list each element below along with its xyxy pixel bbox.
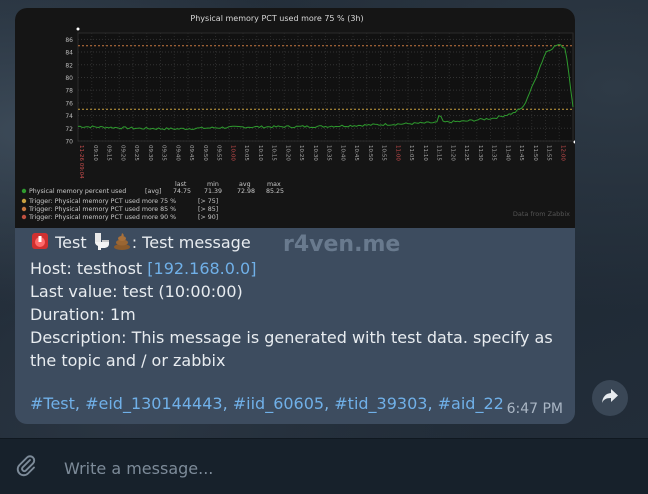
x-tick-label: 09:50: [202, 145, 208, 161]
trigger-value-75: [> 75]: [198, 198, 218, 205]
hashtag-list: #Test, #eid_130144443, #iid_60605, #tid_…: [30, 394, 504, 413]
y-tick-label: 78: [65, 88, 73, 95]
y-tick-label: 74: [65, 113, 73, 120]
x-tick-label: 10:40: [339, 145, 345, 161]
attach-button[interactable]: [12, 454, 40, 482]
hashtag-test[interactable]: #Test: [30, 394, 75, 413]
x-tick-label: 12:00: [559, 145, 565, 161]
x-tick-label: 11:00: [394, 145, 400, 161]
paperclip-icon: [13, 453, 39, 483]
duration-line: Duration: 1m: [30, 305, 136, 324]
message-title-suffix: : Test message: [131, 233, 251, 252]
graph-footer: Data from Zabbix: [513, 210, 570, 218]
stats-header-avg: avg: [239, 181, 251, 188]
x-tick-label: 11:20: [449, 145, 455, 161]
x-tick-label: 10:45: [353, 145, 359, 161]
trigger-label-90: Trigger: Physical memory PCT used more 9…: [28, 214, 176, 221]
y-tick-label: 82: [65, 62, 73, 69]
trigger-swatch-85: [21, 206, 27, 212]
x-tick-label: 10:05: [243, 145, 249, 161]
trigger-label-75: Trigger: Physical memory PCT used more 7…: [28, 198, 176, 205]
hashtag-iid[interactable]: #iid_60605: [233, 394, 324, 413]
series-legend-swatch: [21, 188, 27, 194]
x-tick-label: 11:15: [436, 145, 442, 161]
message-time: 6:47 PM: [506, 401, 563, 417]
x-tick-label: 09:25: [133, 145, 139, 161]
x-tick-label: 09:45: [188, 145, 194, 161]
toilet-icon: [92, 231, 112, 257]
trigger-value-85: [> 85]: [198, 206, 218, 213]
message-title-line: Test : Test message: [30, 231, 565, 257]
message-composer: [0, 438, 648, 494]
x-tick-label: 10:00: [229, 145, 235, 161]
x-tick-label: 10:10: [257, 145, 263, 161]
y-tick-label: 80: [65, 75, 73, 82]
trigger-label-85: Trigger: Physical memory PCT used more 8…: [28, 206, 176, 213]
series-legend-label: Physical memory percent used: [29, 188, 126, 195]
trigger-swatch-75: [21, 198, 27, 204]
x-tick-label: 09:55: [216, 145, 222, 161]
y-tick-label: 84: [65, 50, 73, 57]
x-tick-label: 09:20: [119, 145, 125, 161]
y-tick-label: 72: [65, 126, 73, 133]
trigger-value-90: [> 90]: [198, 214, 218, 221]
y-axis-marker: [76, 27, 80, 31]
poop-icon: [112, 231, 132, 257]
last-value-line: Last value: test (10:00:00): [30, 282, 243, 301]
graph-title: Physical memory PCT used more 75 % (3h): [190, 14, 363, 23]
x-tick-label: 10:25: [298, 145, 304, 161]
stats-header-min: min: [207, 181, 219, 188]
x-tick-label: 11:10: [422, 145, 428, 161]
x-tick-label: 11:45: [518, 145, 524, 161]
series-stat-last: 74.75: [173, 188, 191, 195]
forward-icon: [601, 388, 619, 408]
x-tick-label: 11:55: [546, 145, 552, 161]
message-bubble[interactable]: Physical memory PCT used more 75 % (3h) …: [15, 8, 575, 424]
host-line: Host: testhost [192.168.0.0]: [30, 257, 565, 280]
x-tick-label: 11-26 09:04: [78, 145, 84, 179]
x-tick-label: 11:30: [477, 145, 483, 161]
hashtag-aid[interactable]: #aid_22: [438, 394, 504, 413]
message-input[interactable]: [62, 455, 626, 481]
zabbix-graph-image[interactable]: Physical memory PCT used more 75 % (3h) …: [15, 8, 575, 228]
x-tick-label: 09:35: [161, 145, 167, 161]
stats-header-last: last: [175, 181, 187, 188]
trigger-swatch-90: [21, 214, 27, 220]
x-tick-label: 10:55: [381, 145, 387, 161]
x-tick-label: 09:10: [92, 145, 98, 161]
x-tick-label: 11:50: [532, 145, 538, 161]
x-tick-label: 11:25: [463, 145, 469, 161]
message-text: Test : Test message Host: testhost [192.…: [30, 231, 565, 372]
hashtag-eid[interactable]: #eid_130144443: [85, 394, 222, 413]
x-tick-label: 11-26 12:04: [573, 145, 575, 179]
x-tick-label: 10:30: [312, 145, 318, 161]
series-legend-agg: [avg]: [145, 188, 162, 195]
series-stat-max: 85.25: [266, 188, 284, 195]
x-tick-label: 11:35: [491, 145, 497, 161]
x-axis-marker: [573, 140, 575, 144]
x-tick-label: 10:20: [284, 145, 290, 161]
host-label: Host: testhost: [30, 259, 148, 278]
message-title: Test: [55, 233, 87, 252]
y-tick-label: 76: [65, 100, 73, 107]
x-tick-label: 10:35: [326, 145, 332, 161]
host-ip-link[interactable]: [192.168.0.0]: [147, 259, 256, 278]
hashtag-tid[interactable]: #tid_39303: [334, 394, 427, 413]
x-tick-label: 11:40: [504, 145, 510, 161]
y-tick-label: 70: [65, 139, 73, 146]
stats-header-max: max: [267, 181, 281, 188]
forward-button[interactable]: [592, 380, 628, 416]
x-tick-label: 09:30: [147, 145, 153, 161]
graph-svg: Physical memory PCT used more 75 % (3h) …: [21, 14, 575, 221]
x-tick-label: 10:15: [271, 145, 277, 161]
description-line: Description: This message is generated w…: [30, 328, 553, 370]
siren-icon: [30, 231, 50, 257]
x-tick-label: 11:05: [408, 145, 414, 161]
y-tick-label: 86: [65, 37, 73, 44]
series-stat-min: 71.39: [204, 188, 222, 195]
series-stat-avg: 72.98: [237, 188, 255, 195]
x-tick-label: 09:15: [106, 145, 112, 161]
x-tick-label: 09:40: [174, 145, 180, 161]
x-tick-label: 10:50: [367, 145, 373, 161]
